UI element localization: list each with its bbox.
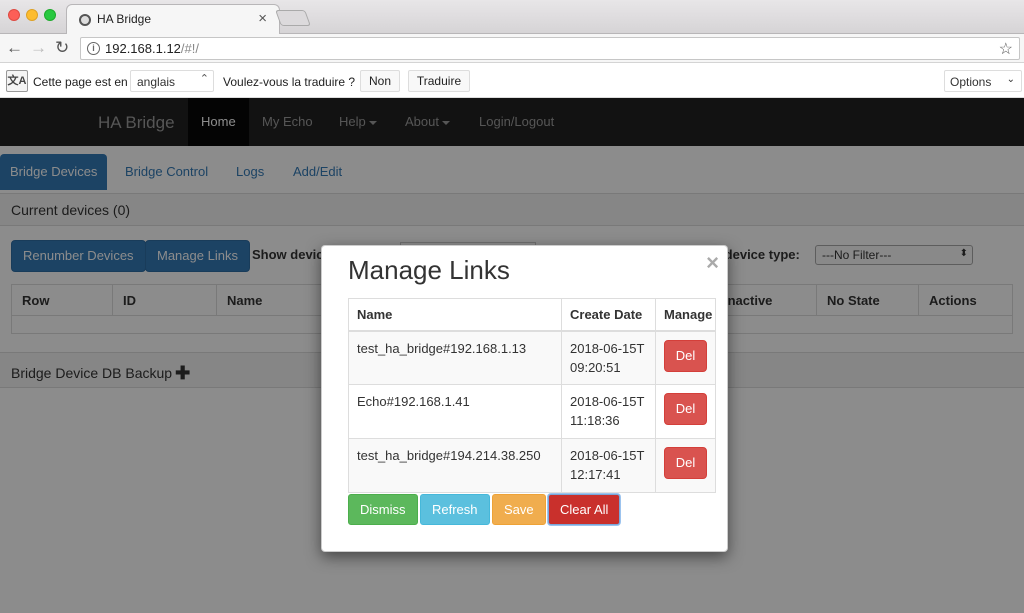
language-select-value: anglais (137, 75, 176, 89)
table-row: test_ha_bridge#192.168.1.13 2018-06-15T0… (348, 330, 716, 385)
no-translate-button[interactable]: Non (360, 70, 400, 92)
link-name-cell: Echo#192.168.1.41 (348, 384, 562, 439)
manage-cell: Del (655, 384, 716, 439)
updown-chevron-icon: ⌃ (199, 73, 209, 85)
delete-link-button[interactable]: Del (664, 339, 707, 372)
column-header-name: Name (348, 298, 562, 332)
link-date-cell: 2018-06-15T12:17:41 (561, 438, 656, 493)
manage-links-modal: Manage Links × Name Create Date Manage t… (321, 245, 728, 552)
tab-close-icon[interactable]: × (258, 10, 267, 27)
favicon-icon (79, 14, 91, 26)
manage-cell: Del (655, 438, 716, 493)
refresh-button[interactable]: Refresh (420, 494, 490, 525)
table-header-row: Name Create Date Manage (348, 298, 716, 332)
column-header-manage: Manage (655, 298, 716, 332)
browser-toolbar: ← → ↻ i 192.168.1.12/#!/ ☆ (0, 34, 1024, 63)
links-table: Name Create Date Manage test_ha_bridge#1… (348, 298, 716, 493)
delete-link-button[interactable]: Del (664, 393, 707, 425)
link-name-cell: test_ha_bridge#192.168.1.13 (348, 330, 562, 385)
translate-options-select[interactable]: Options ⌄ (944, 70, 1022, 92)
browser-titlebar: HA Bridge × (0, 0, 1024, 35)
close-window-button[interactable] (8, 9, 20, 21)
options-label: Options (950, 75, 992, 89)
save-button[interactable]: Save (492, 494, 546, 525)
url-text[interactable]: 192.168.1.12/#!/ (105, 41, 199, 56)
translate-button[interactable]: Traduire (408, 70, 470, 92)
modal-title: Manage Links (348, 255, 510, 285)
dismiss-button[interactable]: Dismiss (348, 494, 418, 525)
tab-title: HA Bridge (97, 12, 152, 26)
bookmark-star-icon[interactable]: ☆ (999, 39, 1013, 59)
table-row: Echo#192.168.1.41 2018-06-15T11:18:36 De… (348, 384, 716, 439)
forward-arrow-icon[interactable]: → (30, 38, 47, 58)
column-header-create-date: Create Date (561, 298, 656, 332)
language-select[interactable]: anglais ⌃ (130, 70, 214, 92)
info-icon[interactable]: i (87, 42, 100, 55)
close-icon[interactable]: × (706, 250, 719, 276)
minimize-window-button[interactable] (26, 9, 38, 21)
manage-cell: Del (655, 330, 716, 385)
new-tab-button[interactable] (275, 10, 311, 26)
table-row: test_ha_bridge#194.214.38.250 2018-06-15… (348, 438, 716, 493)
chevron-down-icon: ⌄ (1006, 74, 1015, 85)
link-date-cell: 2018-06-15T09:20:51 (561, 330, 656, 385)
clear-all-button[interactable]: Clear All (548, 494, 621, 525)
delete-link-button[interactable]: Del (664, 447, 707, 479)
translate-bar: 文A Cette page est en anglais ⌃ Voulez-vo… (0, 64, 1024, 98)
translate-question-text: Voulez-vous la traduire ? (223, 75, 356, 89)
back-arrow-icon[interactable]: ← (6, 38, 23, 58)
reload-icon[interactable]: ↻ (55, 38, 69, 58)
link-name-cell: test_ha_bridge#194.214.38.250 (348, 438, 562, 493)
zoom-window-button[interactable] (44, 9, 56, 21)
address-bar[interactable]: i 192.168.1.12/#!/ ☆ (80, 37, 1020, 60)
browser-tab[interactable]: HA Bridge × (66, 4, 280, 35)
link-date-cell: 2018-06-15T11:18:36 (561, 384, 656, 439)
translate-prefix-text: Cette page est en (33, 75, 128, 89)
translate-icon: 文A (6, 70, 28, 92)
